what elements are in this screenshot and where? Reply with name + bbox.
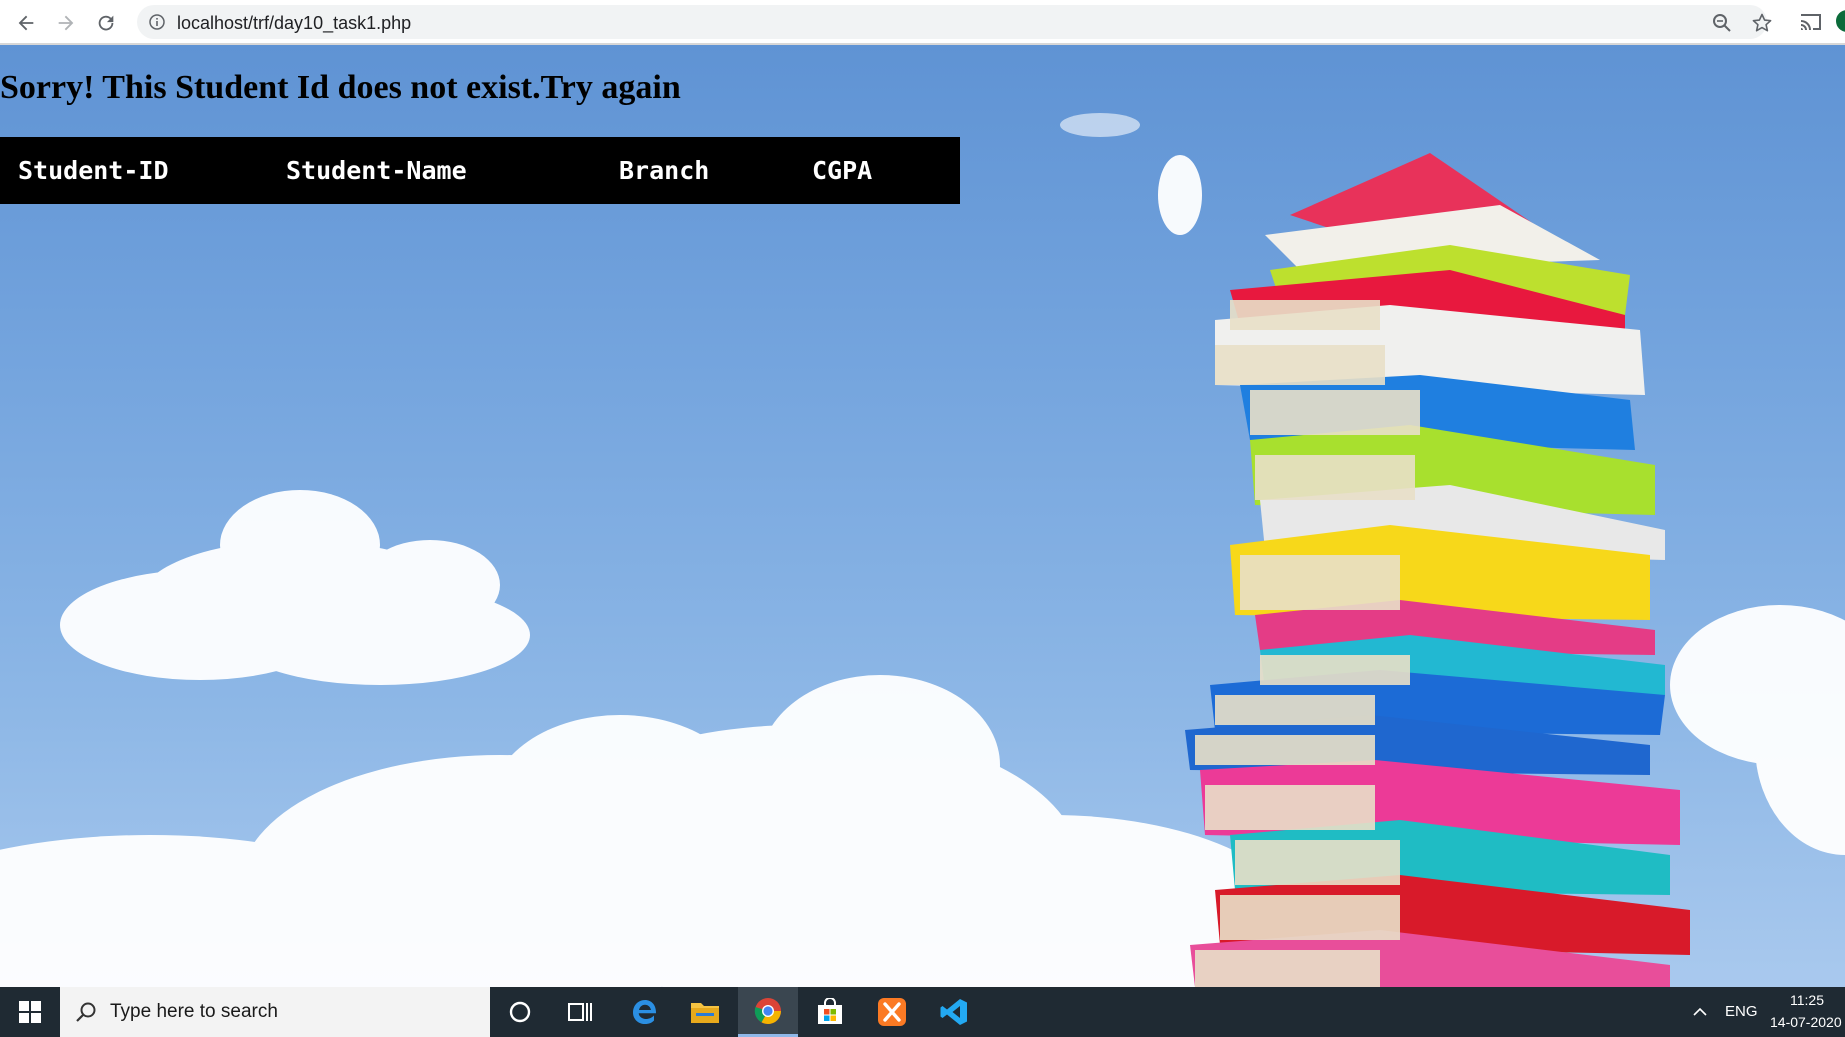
- column-header-student-name: Student-Name: [286, 156, 467, 185]
- table-header-row: Student-ID Student-Name Branch CGPA: [0, 137, 960, 204]
- chrome-button[interactable]: [738, 987, 798, 1037]
- edge-button[interactable]: [615, 987, 675, 1037]
- address-bar[interactable]: localhost/trf/day10_task1.php: [137, 5, 1772, 39]
- profile-avatar[interactable]: [1836, 10, 1845, 32]
- file-explorer-button[interactable]: [675, 987, 735, 1037]
- chrome-icon: [754, 997, 782, 1024]
- search-icon: [76, 1002, 96, 1022]
- task-view-button[interactable]: [550, 987, 610, 1037]
- store-button[interactable]: [800, 987, 860, 1037]
- xampp-icon: [878, 998, 906, 1026]
- column-header-cgpa: CGPA: [812, 156, 873, 185]
- column-header-student-id: Student-ID: [18, 156, 169, 185]
- language-indicator[interactable]: ENG: [1725, 1003, 1758, 1020]
- vscode-button[interactable]: [924, 987, 984, 1037]
- store-bag-icon: [818, 998, 842, 1024]
- reload-button[interactable]: [92, 9, 120, 37]
- xampp-button[interactable]: [862, 987, 922, 1037]
- search-placeholder: Type here to search: [110, 1001, 278, 1022]
- url-text: localhost/trf/day10_task1.php: [177, 13, 412, 33]
- windows-logo-icon: [19, 1001, 41, 1023]
- back-button[interactable]: [12, 9, 40, 37]
- error-message: Sorry! This Student Id does not exist.Tr…: [0, 69, 681, 106]
- clock-date[interactable]: 14-07-2020: [1770, 1014, 1842, 1030]
- zoom-icon[interactable]: [1712, 13, 1732, 33]
- reload-icon: [98, 15, 114, 31]
- page-content: Sorry! This Student Id does not exist.Tr…: [0, 45, 1845, 987]
- forward-button[interactable]: [52, 9, 80, 37]
- arrow-right-icon: [58, 15, 74, 31]
- windows-taskbar: Type here to search ENG 11:25 14-07-2020: [0, 987, 1845, 1037]
- column-header-branch: Branch: [619, 156, 710, 185]
- bookmark-star-icon[interactable]: [1752, 13, 1772, 33]
- clock-time[interactable]: 11:25: [1790, 992, 1824, 1008]
- start-button[interactable]: [0, 987, 60, 1037]
- arrow-left-icon: [18, 15, 34, 31]
- folder-icon: [691, 1003, 719, 1023]
- student-table: Student-ID Student-Name Branch CGPA: [0, 137, 960, 204]
- task-view-icon: [568, 1003, 592, 1021]
- browser-toolbar: localhost/trf/day10_task1.php: [0, 0, 1845, 45]
- edge-icon: [633, 1000, 657, 1024]
- info-icon: [149, 14, 165, 30]
- cortana-button[interactable]: [490, 987, 550, 1037]
- chevron-up-icon[interactable]: [1692, 1004, 1708, 1020]
- vscode-icon: [940, 999, 967, 1025]
- taskbar-search[interactable]: Type here to search: [60, 987, 490, 1037]
- cortana-icon: [509, 1001, 531, 1023]
- cast-icon[interactable]: [1800, 12, 1822, 32]
